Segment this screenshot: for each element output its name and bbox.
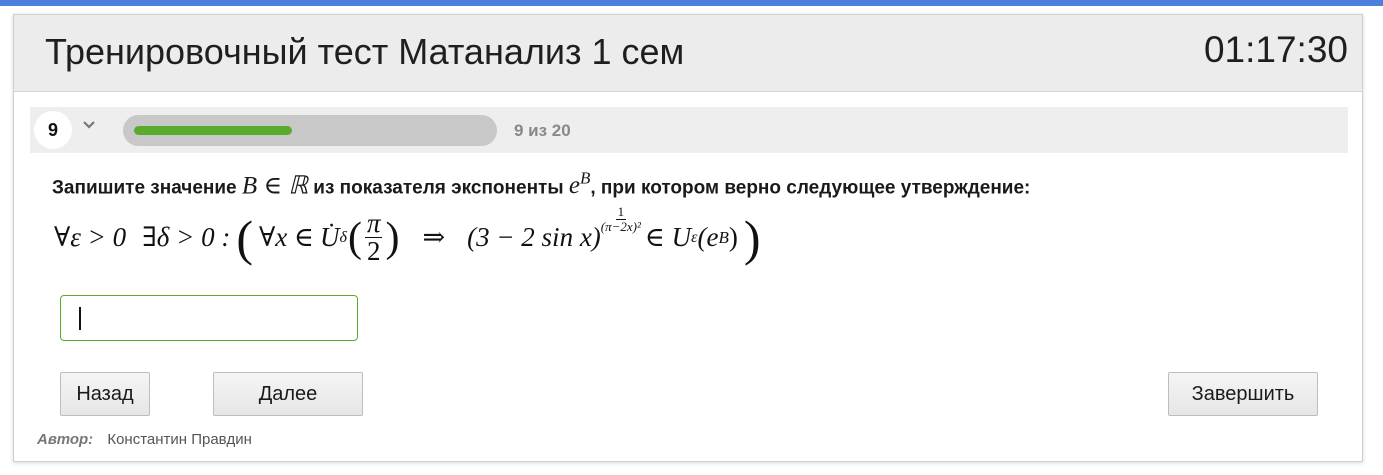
formula-exponent-fraction: 1 (π−2x)² [600,203,641,235]
formula-arg-close: ) [728,222,738,252]
formula-inner-left-paren: ( [347,214,362,261]
formula-inner-right-paren: ) [385,214,400,261]
formula-delta-subscript: δ [339,228,347,246]
author-label: Автор: [37,431,94,448]
formula-quantifier-eps: ∀ε > 0 [54,222,127,252]
question-navigation-bar: 9 9 из 20 [30,107,1348,153]
formula-in-u: ∈ U [644,222,692,252]
next-button[interactable]: Далее [213,372,363,416]
formula-two: 2 [366,236,381,266]
formula-quantifier-delta: ∃δ > 0 : [142,222,231,252]
test-header: Тренировочный тест Матанализ 1 сем 01:17… [14,15,1362,92]
math-exp-base: e [568,172,580,200]
question-text-part2: из показателя экспоненты [313,177,564,199]
progress-bar [123,115,497,146]
formula-exp-numerator: 1 [615,203,627,220]
math-formula: ∀ε > 0 ∃δ > 0 : ( ∀x ∈ U̇ δ ( π 2 ) ⇒ (3… [54,204,767,266]
formula-arg-exp: B [718,227,729,247]
math-exp-power: B [579,169,591,188]
test-title: Тренировочный тест Матанализ 1 сем [45,31,685,72]
top-accent-bar [0,0,1383,6]
formula-left-paren: ( [236,209,253,266]
formula-arg: (e [697,222,719,252]
question-text-part3: , при котором верно следующее утверждени… [590,177,1031,199]
author-credit: Автор: Константин Правдин [37,431,252,448]
chevron-down-icon[interactable] [82,118,96,132]
formula-pi-over-2: π 2 [364,208,383,266]
text-caret [79,307,81,330]
math-b-in-r: B ∈ ℝ [241,172,308,200]
author-name: Константин Правдин [107,431,252,448]
progress-bar-fill [134,126,292,135]
question-number-badge[interactable]: 9 [34,111,72,149]
question-text: Запишите значение B ∈ ℝ из показателя эк… [52,169,1030,200]
finish-button[interactable]: Завершить [1168,372,1318,416]
math-exponent: eB [568,169,591,200]
back-button[interactable]: Назад [60,372,150,416]
question-text-part1: Запишите значение [52,177,237,199]
formula-punctured-neighborhood: U̇ [320,222,340,252]
test-card: Тренировочный тест Матанализ 1 сем 01:17… [13,14,1363,462]
formula-right-paren: ) [743,209,761,266]
formula-pi: π [364,208,383,238]
answer-input[interactable] [60,295,358,341]
formula-implies: ⇒ [422,222,446,252]
timer: 01:17:30 [1203,29,1348,70]
progress-text: 9 из 20 [514,121,571,140]
formula-exp-denominator: (π−2x)² [600,219,641,234]
formula-forall-x: ∀x ∈ [258,222,314,252]
formula-base: (3 − 2 sin x) [467,222,601,252]
